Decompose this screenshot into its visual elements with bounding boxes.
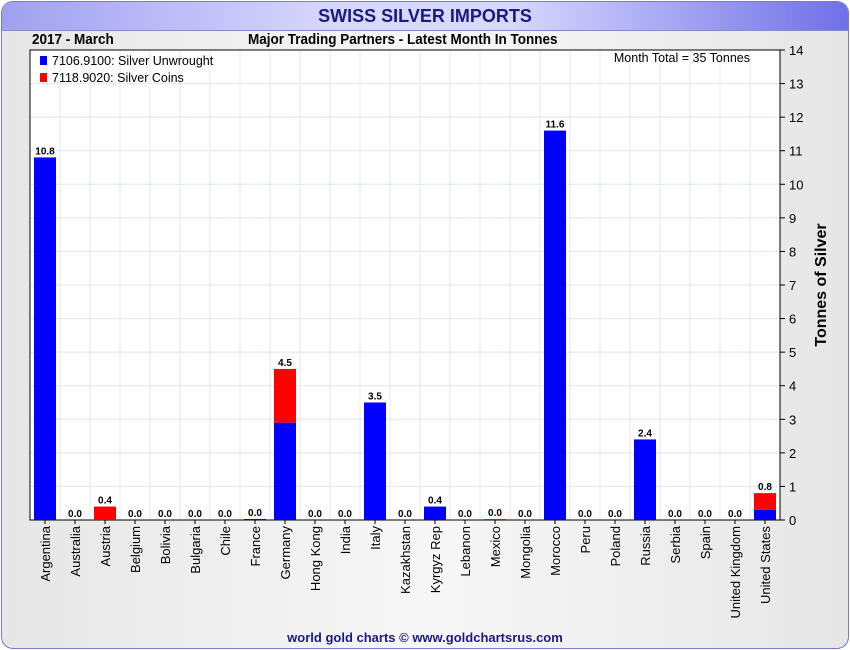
bar-chart: 0123456789101112131410.8Argentina0.0Aust… [29, 43, 830, 619]
footer-credit: world gold charts © www.goldchartsrus.co… [287, 630, 563, 645]
y-tick-label: 7 [789, 278, 796, 293]
bar-value-label: 0.0 [128, 509, 142, 520]
y-tick-label: 6 [789, 312, 796, 327]
x-tick-label: Kyrgyz Rep [428, 526, 443, 593]
bar-value-label: 0.0 [158, 509, 172, 520]
x-tick-label: Lebanon [458, 526, 473, 577]
x-tick-label: Bolivia [158, 525, 173, 564]
bar-segment [274, 422, 296, 520]
bar-segment [754, 493, 776, 510]
bar-value-label: 0.0 [218, 509, 232, 520]
bar-segment [274, 368, 296, 423]
x-tick-label: United States [758, 526, 773, 605]
x-tick-label: India [338, 525, 353, 554]
month-total: Month Total = 35 Tonnes [614, 51, 750, 65]
y-tick-label: 11 [789, 144, 803, 159]
x-tick-label: Poland [608, 526, 623, 566]
bar-value-label: 0.8 [758, 482, 772, 493]
bar-value-label: 3.5 [368, 392, 382, 403]
y-tick-label: 0 [789, 513, 796, 528]
x-tick-label: United Kingdom [728, 526, 743, 619]
x-tick-label: Mongolia [518, 525, 533, 579]
bar-value-label: 0.4 [98, 496, 112, 507]
y-tick-label: 14 [789, 43, 803, 58]
y-tick-label: 2 [789, 446, 796, 461]
bar-value-label: 11.6 [546, 120, 565, 131]
bar-segment [244, 518, 266, 520]
x-tick-label: Bulgaria [188, 525, 203, 573]
bar-value-label: 0.0 [458, 509, 472, 520]
x-tick-label: Peru [578, 526, 593, 553]
x-tick-label: Argentina [38, 525, 53, 581]
bar-value-label: 0.0 [668, 509, 682, 520]
x-tick-label: Italy [368, 526, 383, 550]
x-tick-label: Spain [698, 526, 713, 559]
bar-value-label: 2.4 [638, 428, 652, 439]
x-tick-label: Russia [638, 525, 653, 566]
y-tick-label: 13 [789, 77, 803, 92]
bar-segment [754, 509, 776, 520]
bar-value-label: 0.0 [338, 509, 352, 520]
y-tick-label: 3 [789, 412, 796, 427]
bar-value-label: 0.0 [518, 509, 532, 520]
y-tick-label: 4 [789, 379, 796, 394]
bar-value-label: 0.0 [578, 509, 592, 520]
y-tick-label: 12 [789, 110, 803, 125]
x-tick-label: Mexico [488, 526, 503, 567]
bar-value-label: 0.0 [248, 508, 262, 519]
bar-value-label: 0.0 [188, 509, 202, 520]
x-tick-label: Serbia [668, 525, 683, 563]
x-tick-label: Chile [218, 526, 233, 556]
x-tick-label: Austria [98, 525, 113, 566]
x-tick-label: Germany [278, 526, 293, 580]
y-tick-label: 1 [789, 479, 796, 494]
bar-segment [34, 157, 56, 520]
y-tick-label: 10 [789, 177, 803, 192]
y-tick-label: 8 [789, 244, 796, 259]
y-tick-label: 5 [789, 345, 796, 360]
bar-segment [544, 130, 566, 521]
legend-label: 7118.9020: Silver Coins [52, 71, 184, 85]
bar-value-label: 0.0 [398, 509, 412, 520]
x-tick-label: Kazakhstan [398, 526, 413, 594]
x-tick-label: France [248, 526, 263, 566]
y-axis-label: Tonnes of Silver [813, 223, 830, 346]
bar-value-label: 0.0 [308, 509, 322, 520]
legend-swatch [40, 73, 47, 82]
bar-value-label: 0.0 [698, 509, 712, 520]
y-tick-label: 9 [789, 211, 796, 226]
bar-value-label: 0.0 [68, 509, 82, 520]
legend-swatch [40, 56, 47, 65]
x-tick-label: Morocco [548, 526, 563, 576]
bar-value-label: 0.0 [728, 509, 742, 520]
bar-value-label: 4.5 [278, 358, 292, 369]
bar-segment [94, 506, 116, 520]
x-tick-label: Hong Kong [308, 526, 323, 591]
bar-segment [634, 439, 656, 520]
x-tick-label: Australia [68, 525, 83, 576]
bar-segment [424, 506, 446, 520]
bar-value-label: 0.0 [608, 509, 622, 520]
bar-segment [364, 402, 386, 520]
x-tick-label: Belgium [128, 526, 143, 573]
bar-value-label: 0.4 [428, 496, 442, 507]
bar-value-label: 10.8 [35, 146, 55, 157]
bar-segment [484, 518, 506, 520]
bar-value-label: 0.0 [488, 508, 502, 519]
legend-label: 7106.9100: Silver Unwrought [52, 54, 214, 68]
